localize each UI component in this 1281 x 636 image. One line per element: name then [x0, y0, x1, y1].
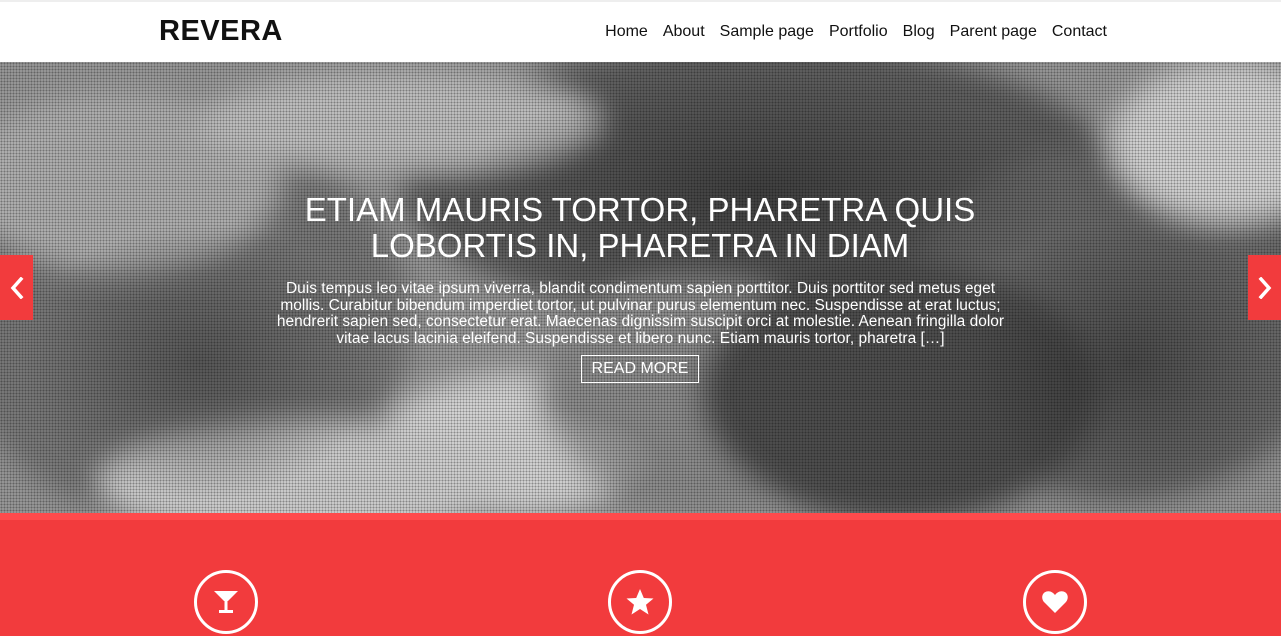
page: REVERA Home About Sample page Portfolio … — [0, 0, 1281, 636]
nav-item-about[interactable]: About — [663, 23, 705, 41]
site-logo[interactable]: REVERA — [159, 15, 283, 48]
nav-item-home[interactable]: Home — [605, 23, 648, 41]
nav-item-contact[interactable]: Contact — [1052, 23, 1107, 41]
read-more-button[interactable]: READ MORE — [581, 355, 699, 383]
cocktail-glass-icon — [214, 591, 238, 613]
heart-icon — [1042, 591, 1068, 613]
feature-cocktail — [194, 570, 258, 634]
slide-title[interactable]: ETIAM MAURIS TORTOR, PHARETRA QUIS LOBOR… — [240, 192, 1040, 264]
star-icon — [626, 589, 654, 615]
chevron-right-icon — [1258, 276, 1271, 299]
feature-star — [608, 570, 672, 634]
chevron-left-icon — [10, 276, 23, 299]
main-nav: Home About Sample page Portfolio Blog Pa… — [605, 23, 1107, 41]
nav-item-blog[interactable]: Blog — [903, 23, 935, 41]
slider-prev-button[interactable] — [0, 255, 33, 320]
feature-heart — [1023, 570, 1087, 634]
hero-slider: ETIAM MAURIS TORTOR, PHARETRA QUIS LOBOR… — [0, 62, 1281, 513]
features-section — [0, 513, 1281, 636]
slide-excerpt: Duis tempus leo vitae ipsum viverra, bla… — [276, 280, 1005, 347]
nav-item-parent-page[interactable]: Parent page — [950, 23, 1037, 41]
nav-item-portfolio[interactable]: Portfolio — [829, 23, 888, 41]
slider-next-button[interactable] — [1248, 255, 1281, 320]
site-header: REVERA Home About Sample page Portfolio … — [0, 0, 1281, 62]
nav-item-sample-page[interactable]: Sample page — [720, 23, 814, 41]
